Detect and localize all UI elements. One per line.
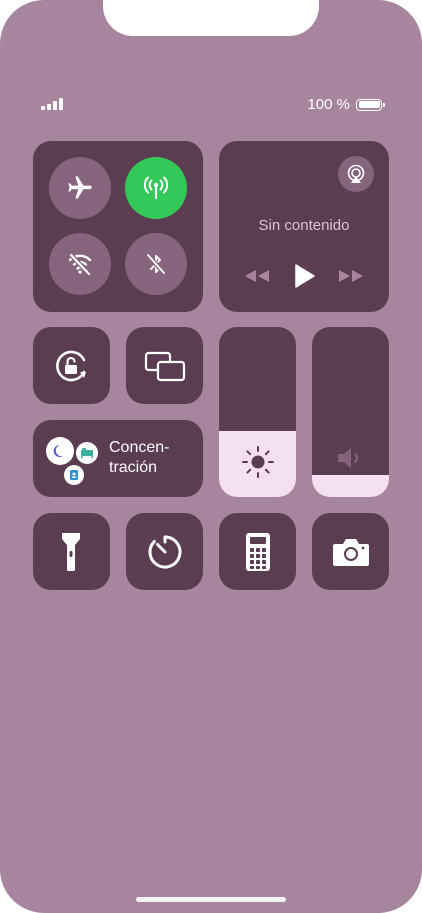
fast-forward-icon (339, 270, 363, 282)
focus-button[interactable]: Concen- tración (33, 420, 203, 497)
connectivity-tile (33, 141, 203, 312)
home-indicator[interactable] (136, 897, 286, 902)
focus-moon (46, 437, 74, 465)
battery-percentage: 100 % (307, 96, 350, 113)
battery-fill (358, 101, 380, 108)
flashlight-icon (62, 533, 80, 571)
rewind-button[interactable] (243, 265, 271, 287)
volume-slider[interactable] (312, 327, 389, 497)
signal-bar (53, 101, 57, 110)
flashlight-button[interactable] (33, 513, 110, 590)
focus-badge (64, 465, 84, 485)
bed-icon (81, 448, 93, 458)
notch (103, 0, 319, 36)
status-right: 100 % (307, 96, 385, 113)
now-playing-tile[interactable]: Sin contenido (219, 141, 389, 312)
fast-forward-button[interactable] (337, 265, 365, 287)
calculator-icon (246, 533, 270, 571)
wifi-off-icon (68, 252, 92, 277)
bluetooth-off-icon (145, 252, 167, 276)
rewind-icon (245, 270, 269, 282)
moon-icon (53, 444, 63, 457)
orientation-lock-button[interactable] (33, 327, 110, 404)
airplay-button[interactable] (338, 156, 374, 192)
airplane-icon (68, 176, 92, 199)
wifi-button[interactable] (49, 233, 111, 295)
orientation-lock-icon (56, 350, 86, 382)
cellular-data-button[interactable] (125, 157, 187, 219)
cellular-antenna-icon (143, 176, 169, 200)
signal-bar (59, 98, 63, 110)
camera-button[interactable] (312, 513, 389, 590)
cellular-signal-icon (41, 98, 63, 110)
screen-mirroring-button[interactable] (126, 327, 203, 404)
calculator-button[interactable] (219, 513, 296, 590)
camera-icon (333, 539, 369, 566)
airplane-mode-button[interactable] (49, 157, 111, 219)
control-center: 100 % Sin contenido Concen- tración (0, 0, 422, 913)
bluetooth-button[interactable] (125, 233, 187, 295)
speaker-icon (338, 448, 358, 468)
focus-label: Concen- tración (109, 439, 170, 476)
battery-tip (383, 102, 385, 107)
screen-mirroring-icon (144, 351, 186, 382)
sun-icon (242, 446, 274, 478)
id-badge-icon (70, 470, 78, 480)
volume-fill (312, 474, 389, 497)
play-button[interactable] (290, 261, 318, 291)
battery-icon (356, 98, 385, 111)
timer-button[interactable] (126, 513, 203, 590)
signal-bar (41, 106, 45, 110)
timer-icon (148, 535, 182, 569)
brightness-slider[interactable] (219, 327, 296, 497)
airplay-icon (347, 164, 365, 183)
signal-bar (47, 104, 51, 110)
media-title: Sin contenido (258, 217, 350, 234)
play-icon (295, 264, 315, 288)
focus-bed (76, 442, 98, 464)
